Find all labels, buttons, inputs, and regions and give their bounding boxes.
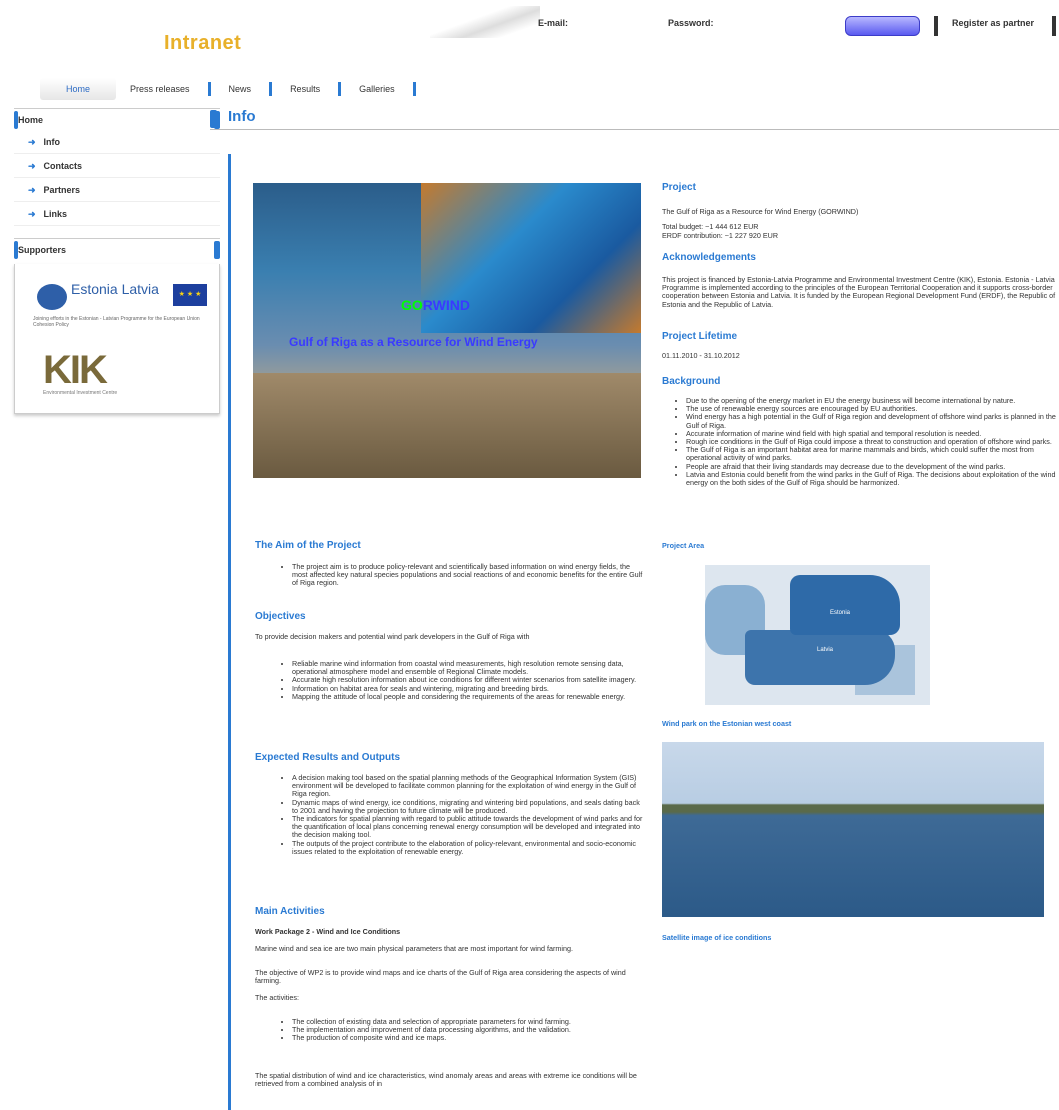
intranet-logo[interactable]: Intranet — [164, 32, 241, 55]
sidebar-item-label: Info — [43, 137, 61, 147]
project-budget: Total budget: ~1 444 612 EUR — [662, 222, 759, 231]
list-item: The production of composite wind and ice… — [292, 1034, 646, 1042]
nav-separator — [207, 82, 211, 96]
list-item: The outputs of the project contribute to… — [292, 839, 644, 856]
arrow-right-icon: ➜ — [28, 137, 36, 147]
map-estonia — [790, 575, 900, 635]
map-latvia — [745, 630, 895, 685]
project-name: The Gulf of Riga as a Resource for Wind … — [662, 207, 859, 216]
content-divider — [228, 154, 231, 1110]
objectives-heading: Objectives — [255, 611, 306, 622]
list-item: A decision making tool based on the spat… — [292, 773, 644, 799]
wind-park-photo — [662, 742, 1044, 917]
project-area-label: Project Area — [662, 541, 705, 550]
nav-press-releases[interactable]: Press releases — [116, 78, 204, 100]
project-erdf: ERDF contribution: ~1 227 920 EUR — [662, 231, 779, 240]
aim-list: The project aim is to produce policy-rel… — [256, 562, 644, 588]
satellite-label: Satellite image of ice conditions — [662, 933, 772, 942]
list-item: Reliable marine wind information from co… — [292, 659, 644, 676]
activities-list: The collection of existing data and sele… — [256, 1017, 646, 1043]
main-nav: Home Press releases News Results Galleri… — [40, 78, 420, 100]
activities-p4: The spatial distribution of wind and ice… — [255, 1071, 637, 1089]
eu-flag-icon: ★ ★ ★ — [173, 284, 207, 306]
register-link[interactable]: Register as partner — [952, 18, 1034, 28]
brand-rwind: RWIND — [422, 297, 470, 313]
nav-news[interactable]: News — [215, 78, 266, 100]
title-accent — [210, 110, 217, 128]
header-swoosh — [430, 6, 540, 38]
nav-results[interactable]: Results — [276, 78, 334, 100]
page-title: Info — [228, 108, 256, 125]
project-heading: Project — [662, 182, 696, 193]
list-item: Dynamic maps of wind energy, ice conditi… — [292, 798, 644, 815]
list-item: Mapping the attitude of local people and… — [292, 692, 644, 701]
hero-subtitle: Gulf of Riga as a Resource for Wind Ener… — [289, 335, 538, 349]
map-label-latvia: Latvia — [817, 647, 834, 653]
estonia-latvia-text: Estonia Latvia — [71, 281, 159, 297]
aim-heading: The Aim of the Project — [255, 540, 361, 551]
background-heading: Background — [662, 376, 721, 387]
sidebar-item-label: Contacts — [43, 161, 83, 171]
activities-p3: The activities: — [255, 993, 299, 1002]
sidebar-item-contacts[interactable]: ➜ Contacts — [14, 154, 220, 178]
arrow-right-icon: ➜ — [28, 209, 36, 219]
sidebar-supporters-header: Supporters — [14, 238, 220, 260]
supporters-box: Estonia Latvia ★ ★ ★ Joining efforts in … — [14, 264, 220, 414]
nav-separator — [338, 82, 342, 96]
nav-separator — [412, 82, 416, 96]
page-title-bar: Info — [210, 108, 1059, 130]
list-item: The Gulf of Riga is an important habitat… — [686, 446, 1058, 463]
sidebar-item-label: Links — [43, 209, 68, 219]
sidebar-item-partners[interactable]: ➜ Partners — [14, 178, 220, 202]
wind-park-label: Wind park on the Estonian west coast — [662, 719, 792, 728]
activities-p1: Marine wind and sea ice are two main phy… — [255, 944, 573, 953]
gorwind-hero-image: GORWIND Gulf of Riga as a Resource for W… — [253, 183, 641, 478]
sidebar: Home ➜ Info ➜ Contacts ➜ Partners ➜ Links Su… — [14, 108, 220, 414]
work-package-title: Work Package 2 - Wind and Ice Conditions — [255, 927, 401, 936]
nav-separator — [269, 82, 273, 96]
list-item: The project aim is to produce policy-rel… — [292, 562, 644, 588]
project-area-map: Estonia Latvia — [705, 565, 930, 705]
nav-galleries[interactable]: Galleries — [345, 78, 409, 100]
list-item: Latvia and Estonia could benefit from th… — [686, 470, 1058, 487]
email-label: E-mail: — [538, 18, 569, 28]
swirl-icon — [37, 284, 67, 310]
header: Intranet E-mail: Password: Register as p… — [0, 0, 1059, 60]
estonia-latvia-logo[interactable]: Estonia Latvia ★ ★ ★ Joining efforts in … — [33, 280, 208, 336]
login-button[interactable] — [845, 16, 920, 36]
nav-home[interactable]: Home — [40, 78, 117, 100]
sidebar-home-label: Home — [18, 115, 44, 125]
activities-p2: The objective of WP2 is to provide wind … — [255, 968, 626, 986]
kik-logo[interactable]: KIK — [43, 348, 108, 393]
background-list: Due to the opening of the energy market … — [650, 397, 1058, 539]
list-item: The indicators for spatial planning with… — [292, 814, 644, 840]
objectives-intro: To provide decision makers and potential… — [255, 632, 530, 641]
separator — [934, 16, 938, 36]
arrow-right-icon: ➜ — [28, 185, 36, 195]
objectives-list: Reliable marine wind information from co… — [256, 659, 644, 701]
password-label: Password: — [668, 18, 714, 28]
sidebar-item-info[interactable]: ➜ Info — [14, 130, 220, 154]
activities-heading: Main Activities — [255, 906, 325, 917]
programme-text: Joining efforts in the Estonian - Latvia… — [33, 316, 200, 328]
sidebar-home-header[interactable]: Home — [14, 108, 220, 130]
brand-go: GO — [401, 297, 423, 313]
gorwind-brand: GORWIND — [401, 297, 470, 313]
arrow-right-icon: ➜ — [28, 161, 36, 171]
kik-small-text: Environmental Investment Centre — [43, 390, 118, 396]
results-list: A decision making tool based on the spat… — [256, 773, 644, 856]
supporters-label: Supporters — [18, 245, 67, 255]
map-label-estonia: Estonia — [830, 610, 851, 616]
lifetime-dates: 01.11.2010 - 31.10.2012 — [662, 351, 740, 360]
seal-sea-panel — [253, 373, 641, 478]
sidebar-item-label: Partners — [43, 185, 81, 195]
list-item: Wind energy has a high potential in the … — [686, 413, 1058, 430]
results-heading: Expected Results and Outputs — [255, 752, 401, 763]
ack-text: This project is financed by Estonia-Latv… — [662, 276, 1056, 309]
separator — [1052, 16, 1056, 36]
sidebar-item-links[interactable]: ➜ Links — [14, 202, 220, 226]
ack-heading: Acknowledgements — [662, 252, 756, 263]
lifetime-heading: Project Lifetime — [662, 331, 738, 342]
